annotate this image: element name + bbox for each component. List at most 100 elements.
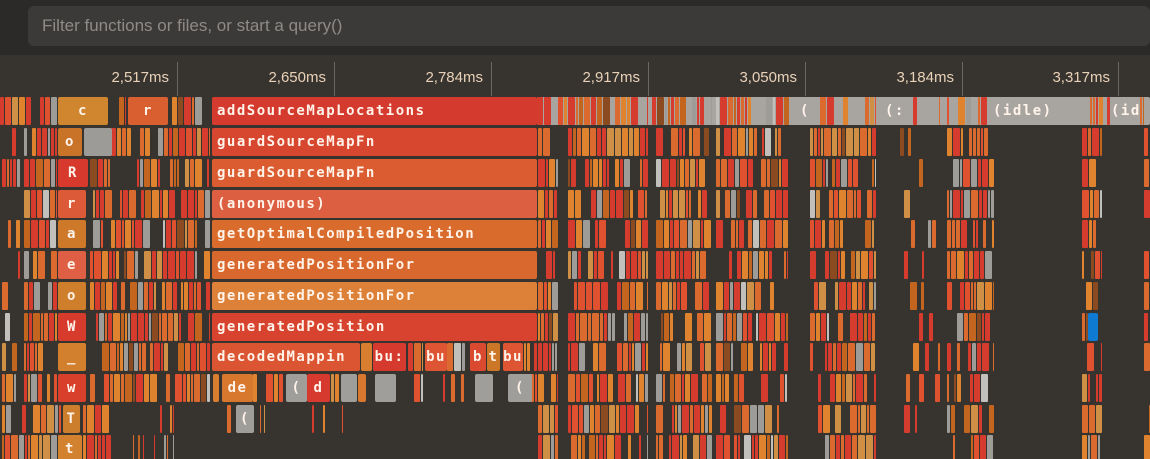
flame-stripe[interactable] <box>759 435 766 459</box>
flame-stripe[interactable] <box>982 313 984 341</box>
flame-stripe[interactable] <box>743 313 747 341</box>
flame-stripe[interactable] <box>947 282 952 310</box>
flame-stripe[interactable] <box>685 313 692 341</box>
flame-stripe[interactable] <box>700 435 706 459</box>
flame-stripe[interactable] <box>716 374 721 402</box>
flame-stripe[interactable] <box>150 343 153 371</box>
flame-stripe[interactable] <box>144 159 150 187</box>
flame-stripe[interactable] <box>29 313 32 341</box>
flame-stripe[interactable] <box>810 251 816 279</box>
flame-stripe[interactable] <box>166 220 171 248</box>
flame-stripe[interactable] <box>680 220 687 248</box>
flame-stripe[interactable] <box>971 405 978 433</box>
flame-stripe[interactable] <box>599 220 606 248</box>
flame-stripe[interactable] <box>583 220 590 248</box>
flame-stripe[interactable] <box>985 313 990 341</box>
flame-stripe[interactable] <box>122 220 124 248</box>
flame-stripe[interactable] <box>575 190 581 218</box>
flame-stripe[interactable] <box>856 343 863 371</box>
flame-stripe[interactable] <box>752 435 754 459</box>
flame-stripe[interactable] <box>872 220 874 248</box>
flame-stripe[interactable] <box>121 313 124 341</box>
flame-stripe[interactable] <box>786 313 788 341</box>
flame-bar-r[interactable]: r <box>128 97 168 125</box>
flame-stripe[interactable] <box>1099 374 1102 402</box>
flame-stripe[interactable] <box>335 374 339 402</box>
flame-stripe[interactable] <box>814 282 818 310</box>
flame-stripe[interactable] <box>185 159 189 187</box>
flame-stripe[interactable] <box>981 374 988 402</box>
flame-stripe[interactable] <box>911 220 915 248</box>
flame-stripe[interactable] <box>778 128 781 156</box>
flame-stripe[interactable] <box>1082 405 1088 433</box>
flame-stripe[interactable] <box>37 190 42 218</box>
flame-stripe[interactable] <box>950 190 952 218</box>
flame-bar-generatedPositionFor[interactable]: generatedPositionFor <box>212 251 537 279</box>
flame-stripe[interactable] <box>462 343 465 371</box>
flame-stripe[interactable] <box>1100 128 1102 156</box>
flame-stripe[interactable] <box>953 159 959 187</box>
flame-stripe[interactable] <box>868 128 871 156</box>
flame-stripe[interactable] <box>574 282 577 310</box>
flame-stripe[interactable] <box>102 435 105 459</box>
flame-stripe[interactable] <box>734 405 741 433</box>
flame-stripe[interactable] <box>599 435 603 459</box>
flame-stripe[interactable] <box>980 251 984 279</box>
flame-stripe[interactable] <box>18 251 20 279</box>
flame-stripe[interactable] <box>947 374 949 402</box>
flame-stripe[interactable] <box>951 405 955 433</box>
flame-stripe[interactable] <box>836 159 840 187</box>
flame-stripe[interactable] <box>626 374 631 402</box>
flame-stripe[interactable] <box>754 128 757 156</box>
flame-stripe[interactable] <box>870 405 876 433</box>
flame-bar[interactable] <box>1088 313 1098 341</box>
flame-stripe[interactable] <box>163 190 168 218</box>
flame-stripe[interactable] <box>816 313 820 341</box>
flame-bar-c[interactable]: c <box>58 97 108 125</box>
flame-stripe[interactable] <box>676 251 679 279</box>
flame-stripe[interactable] <box>906 374 910 402</box>
flame-stripe[interactable] <box>858 313 863 341</box>
flame-stripe[interactable] <box>145 190 151 218</box>
flame-stripe[interactable] <box>1144 251 1149 279</box>
flame-stripe[interactable] <box>323 405 325 433</box>
flame-stripe[interactable] <box>656 128 663 156</box>
flame-bar[interactable] <box>361 343 372 371</box>
flame-stripe[interactable] <box>869 282 873 310</box>
flame-stripe[interactable] <box>568 128 572 156</box>
flame-stripe[interactable] <box>166 374 170 402</box>
flame-stripe[interactable] <box>87 435 94 459</box>
flame-stripe[interactable] <box>839 190 846 218</box>
flame-stripe[interactable] <box>779 435 785 459</box>
flame-stripe[interactable] <box>748 220 752 248</box>
flame-stripe[interactable] <box>601 282 608 310</box>
flame-stripe[interactable] <box>538 405 542 433</box>
flame-stripe[interactable] <box>669 282 672 310</box>
flame-stripe[interactable] <box>818 405 822 433</box>
flame-stripe[interactable] <box>1096 97 1098 125</box>
flame-stripe[interactable] <box>696 159 698 187</box>
flame-stripe[interactable] <box>101 220 103 248</box>
flame-stripe[interactable] <box>51 159 55 187</box>
flame-stripe[interactable] <box>951 251 956 279</box>
flame-stripe[interactable] <box>904 190 910 218</box>
flame-stripe[interactable] <box>1144 190 1150 218</box>
flame-stripe[interactable] <box>11 435 18 459</box>
flame-stripe[interactable] <box>106 435 111 459</box>
flame-stripe[interactable] <box>1144 282 1149 310</box>
flame-stripe[interactable] <box>274 374 278 402</box>
flame-stripe[interactable] <box>638 190 644 218</box>
flame-stripe[interactable] <box>708 374 712 402</box>
flame-stripe[interactable] <box>870 97 874 125</box>
flame-stripe[interactable] <box>43 190 49 218</box>
flame-stripe[interactable] <box>609 405 615 433</box>
flame-stripe[interactable] <box>1094 190 1099 218</box>
flame-stripe[interactable] <box>869 251 873 279</box>
flame-stripe[interactable] <box>16 220 20 248</box>
flame-stripe[interactable] <box>572 405 578 433</box>
flame-stripe[interactable] <box>266 374 273 402</box>
flame-stripe[interactable] <box>138 435 140 459</box>
flame-stripe[interactable] <box>602 128 606 156</box>
flame-stripe[interactable] <box>543 128 550 156</box>
flame-stripe[interactable] <box>981 128 983 156</box>
